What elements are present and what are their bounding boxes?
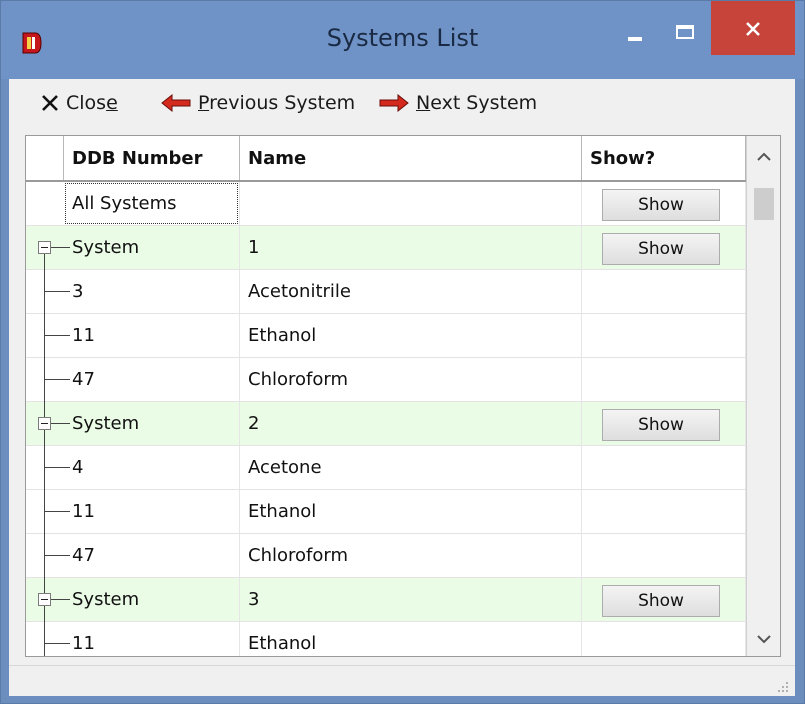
ddb-cell[interactable]: 3 bbox=[64, 270, 240, 313]
system-number-cell[interactable]: 3 bbox=[240, 578, 582, 621]
name-cell[interactable]: Ethanol bbox=[240, 314, 582, 357]
minimize-icon bbox=[628, 37, 642, 41]
close-button[interactable]: Close bbox=[41, 89, 118, 117]
client-area: Close Previous System Next System DDB Nu… bbox=[9, 79, 795, 696]
system-row[interactable]: System 3 Show bbox=[26, 578, 746, 622]
previous-system-label: Previous System bbox=[198, 92, 356, 114]
toolbar: Close Previous System Next System bbox=[9, 79, 795, 125]
minimize-button[interactable] bbox=[611, 1, 657, 55]
system-row[interactable]: System 1 Show bbox=[26, 226, 746, 270]
vertical-scrollbar[interactable] bbox=[746, 136, 780, 656]
tree-line bbox=[26, 270, 70, 314]
header-indicator bbox=[26, 136, 64, 180]
header-ddb-number[interactable]: DDB Number bbox=[64, 136, 240, 180]
table-row[interactable]: All Systems Show bbox=[26, 182, 746, 226]
header-name[interactable]: Name bbox=[240, 136, 582, 180]
tree-line bbox=[26, 534, 70, 578]
window-close-button[interactable] bbox=[711, 1, 795, 55]
scroll-down-button[interactable] bbox=[747, 622, 780, 656]
tree-node bbox=[26, 578, 70, 622]
system-row[interactable]: System 2 Show bbox=[26, 402, 746, 446]
systems-grid[interactable]: DDB Number Name Show? All Systems Show S… bbox=[25, 135, 781, 657]
ddb-cell[interactable]: 4 bbox=[64, 446, 240, 489]
tree-line bbox=[26, 314, 70, 358]
show-cell bbox=[582, 534, 746, 577]
component-row[interactable]: 3 Acetonitrile bbox=[26, 270, 746, 314]
scroll-up-button[interactable] bbox=[747, 140, 780, 174]
show-cell bbox=[582, 446, 746, 489]
show-cell: Show bbox=[582, 402, 746, 445]
grid-rows: All Systems Show System 1 Show 3 Acetoni… bbox=[26, 182, 746, 656]
show-cell: Show bbox=[582, 226, 746, 269]
arrow-right-icon bbox=[379, 94, 409, 112]
tree-line bbox=[26, 490, 70, 534]
name-cell[interactable]: Ethanol bbox=[240, 622, 582, 656]
system-number-cell[interactable]: 1 bbox=[240, 226, 582, 269]
name-cell[interactable]: Ethanol bbox=[240, 490, 582, 533]
ddb-cell[interactable]: All Systems bbox=[64, 182, 240, 225]
tree-node bbox=[26, 226, 70, 270]
show-cell bbox=[582, 270, 746, 313]
system-label-cell[interactable]: System bbox=[64, 402, 240, 445]
component-row[interactable]: 11 Ethanol bbox=[26, 314, 746, 358]
close-icon bbox=[746, 22, 760, 36]
chevron-down-icon bbox=[757, 635, 771, 644]
arrow-left-icon bbox=[161, 94, 191, 112]
ddb-cell[interactable]: 47 bbox=[64, 534, 240, 577]
collapse-icon[interactable] bbox=[38, 241, 51, 254]
show-cell bbox=[582, 314, 746, 357]
ddb-cell[interactable]: 11 bbox=[64, 314, 240, 357]
x-icon bbox=[41, 94, 59, 112]
show-cell bbox=[582, 622, 746, 656]
collapse-icon[interactable] bbox=[38, 593, 51, 606]
maximize-icon bbox=[676, 25, 694, 39]
chevron-up-icon bbox=[757, 152, 771, 161]
tree-line bbox=[26, 446, 70, 490]
component-row[interactable]: 47 Chloroform bbox=[26, 534, 746, 578]
title-bar[interactable]: Systems List bbox=[1, 1, 804, 79]
show-button[interactable]: Show bbox=[602, 585, 720, 617]
ddb-cell[interactable]: 47 bbox=[64, 358, 240, 401]
previous-system-button[interactable]: Previous System bbox=[161, 89, 355, 117]
show-cell: Show bbox=[582, 182, 746, 225]
name-cell[interactable] bbox=[240, 182, 582, 225]
component-row[interactable]: 11 Ethanol bbox=[26, 622, 746, 656]
component-row[interactable]: 4 Acetone bbox=[26, 446, 746, 490]
tree-node bbox=[26, 402, 70, 446]
next-system-button[interactable]: Next System bbox=[379, 89, 537, 117]
component-row[interactable]: 47 Chloroform bbox=[26, 358, 746, 402]
show-cell bbox=[582, 358, 746, 401]
collapse-icon[interactable] bbox=[38, 417, 51, 430]
show-cell: Show bbox=[582, 578, 746, 621]
system-label-cell[interactable]: System bbox=[64, 226, 240, 269]
tree-line bbox=[26, 358, 70, 402]
next-system-label: Next System bbox=[416, 92, 538, 114]
grid-header: DDB Number Name Show? bbox=[26, 136, 746, 182]
name-cell[interactable]: Chloroform bbox=[240, 358, 582, 401]
name-cell[interactable]: Acetonitrile bbox=[240, 270, 582, 313]
maximize-button[interactable] bbox=[661, 1, 707, 55]
show-button[interactable]: Show bbox=[602, 409, 720, 441]
ddb-cell[interactable]: 11 bbox=[64, 490, 240, 533]
system-number-cell[interactable]: 2 bbox=[240, 402, 582, 445]
name-cell[interactable]: Acetone bbox=[240, 446, 582, 489]
resize-grip-icon[interactable] bbox=[775, 678, 789, 692]
name-cell[interactable]: Chloroform bbox=[240, 534, 582, 577]
show-cell bbox=[582, 490, 746, 533]
show-button[interactable]: Show bbox=[602, 233, 720, 265]
close-label: Close bbox=[66, 92, 118, 114]
status-bar bbox=[9, 665, 795, 696]
component-row[interactable]: 11 Ethanol bbox=[26, 490, 746, 534]
row-indicator bbox=[26, 182, 64, 225]
tree-line bbox=[26, 622, 70, 656]
ddb-cell[interactable]: 11 bbox=[64, 622, 240, 656]
systems-list-window: Systems List Close Previous System Next … bbox=[0, 0, 805, 704]
show-button[interactable]: Show bbox=[602, 189, 720, 221]
header-show[interactable]: Show? bbox=[582, 136, 746, 180]
system-label-cell[interactable]: System bbox=[64, 578, 240, 621]
scroll-thumb[interactable] bbox=[754, 188, 774, 220]
